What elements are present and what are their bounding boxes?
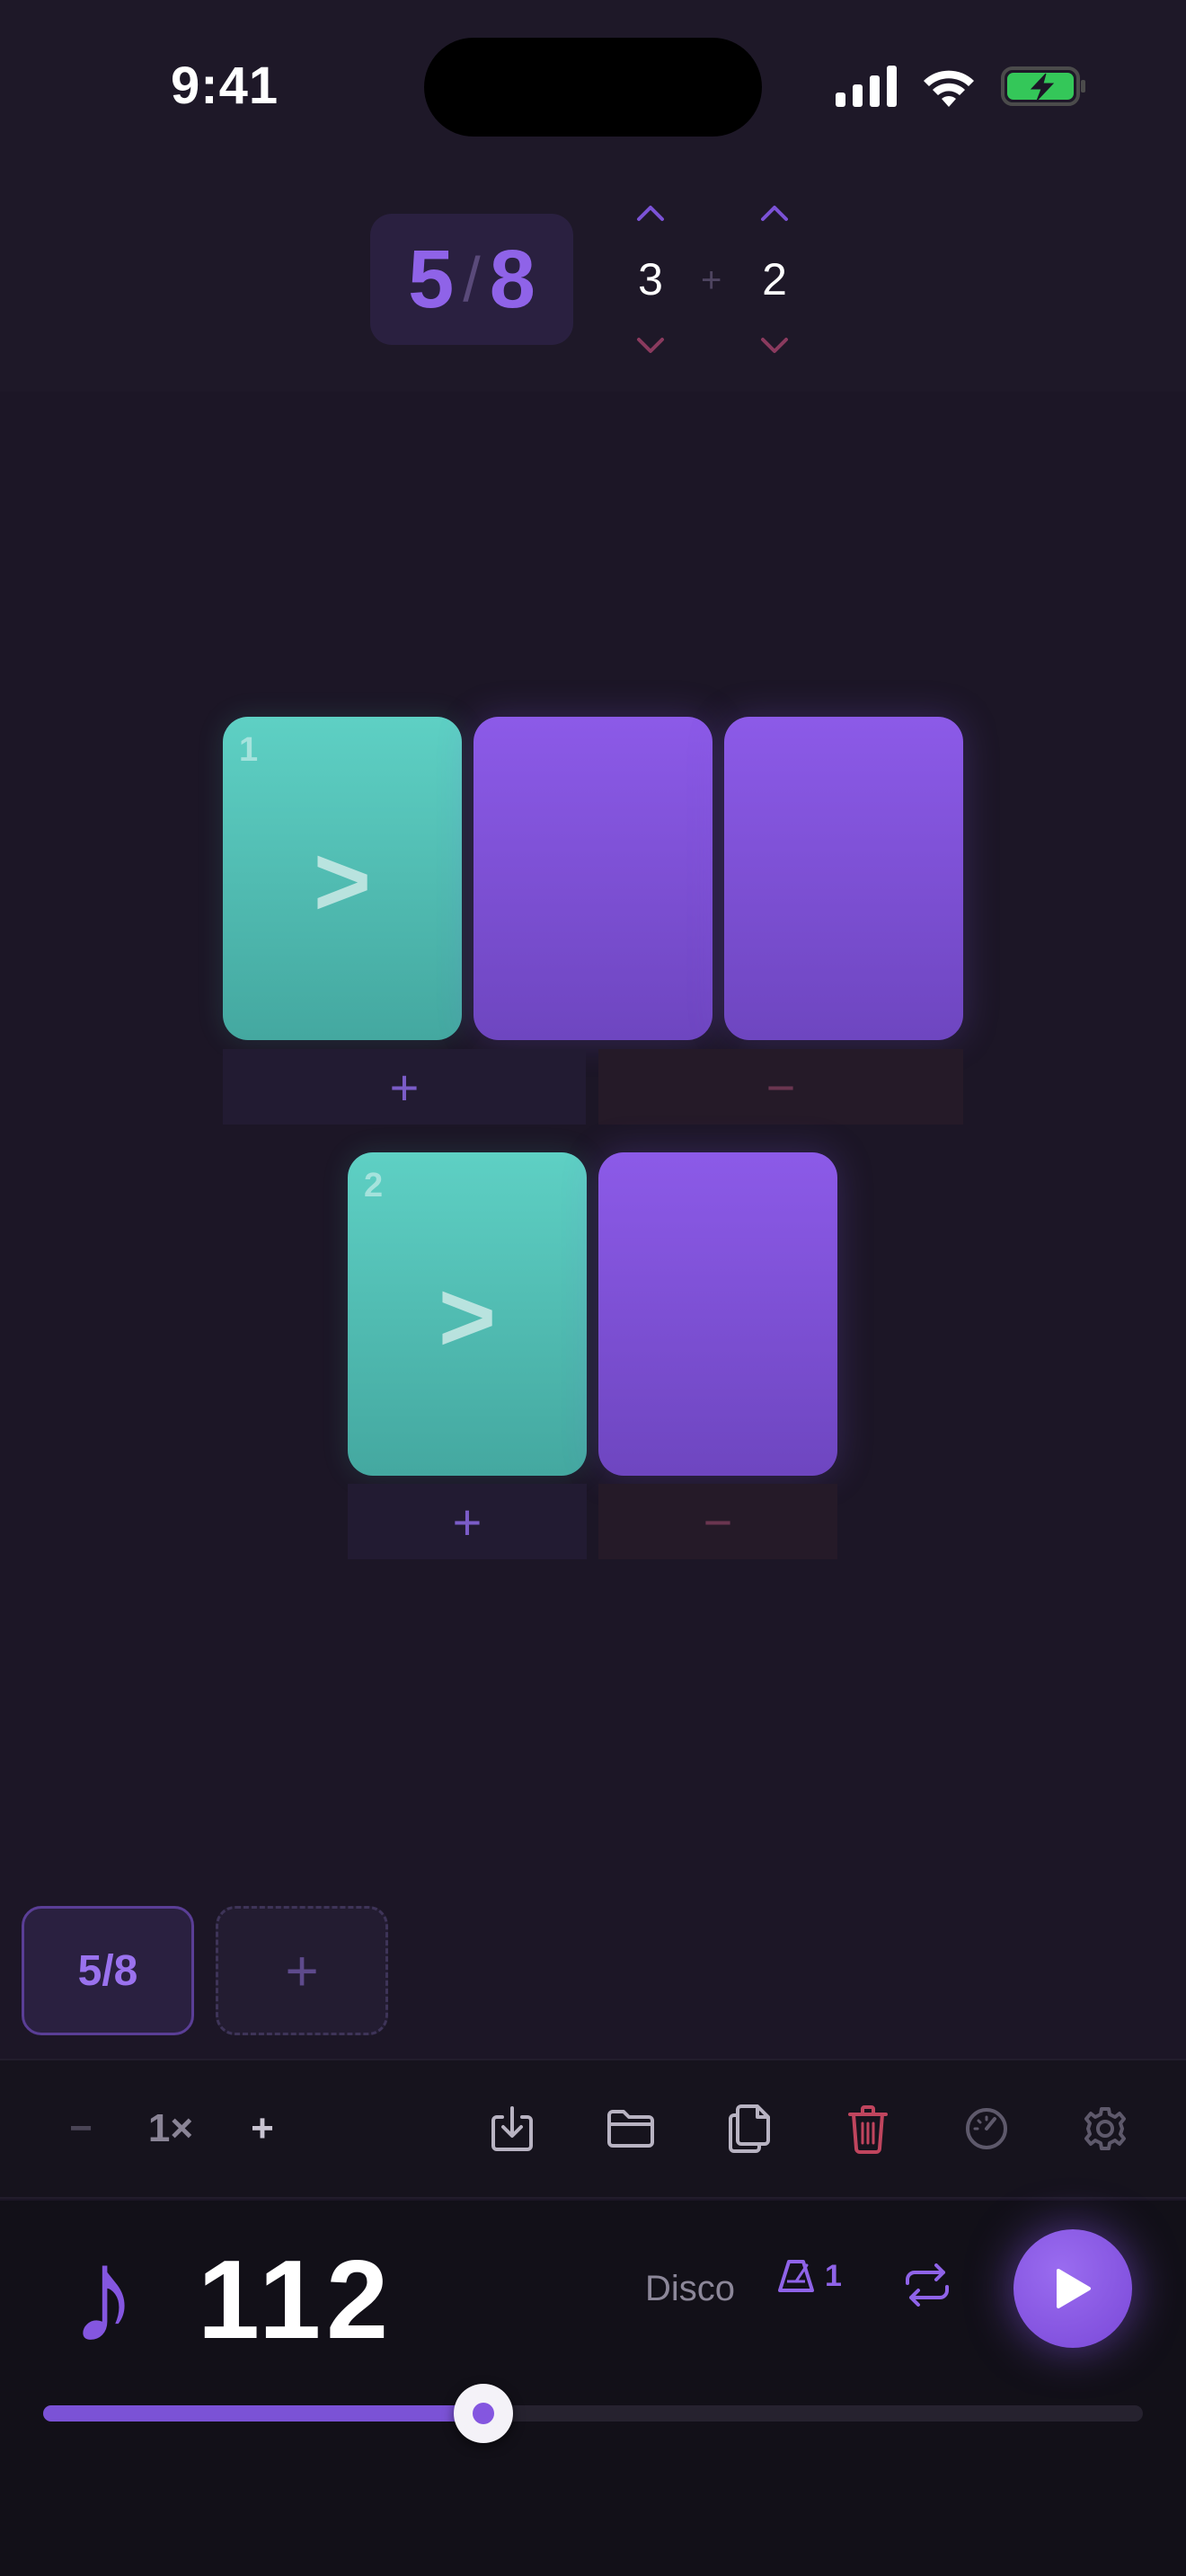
zoom-in-button[interactable]: +: [235, 2093, 289, 2165]
tempo-slider-thumb-dot: [472, 2403, 494, 2424]
group-1-stepper: 3: [615, 203, 686, 356]
time-signature-display[interactable]: 5 / 8: [370, 214, 573, 345]
beat-cell[interactable]: [724, 717, 963, 1040]
signature-denominator: 8: [489, 233, 535, 325]
repeat-icon: [906, 2263, 949, 2307]
beat-cell-accent[interactable]: 1 >: [223, 717, 462, 1040]
metronome-count: 1: [825, 2258, 842, 2293]
signature-numerator: 5: [408, 233, 455, 325]
group-number: 1: [239, 731, 259, 769]
tempo-trainer-button[interactable]: [949, 2093, 1024, 2165]
remove-beat-button[interactable]: −: [598, 1049, 963, 1125]
zoom-out-button[interactable]: −: [54, 2093, 108, 2165]
group-2-stepper: 2: [739, 203, 810, 356]
copy-button[interactable]: [712, 2093, 787, 2165]
group-plus-separator: +: [701, 260, 722, 300]
bpm-value[interactable]: 112: [198, 2236, 394, 2364]
pattern-chip[interactable]: 5/8: [22, 1906, 194, 2035]
beat-cell-accent[interactable]: 2 >: [348, 1152, 587, 1476]
chevron-up-icon[interactable]: [759, 203, 790, 223]
wifi-icon: [924, 70, 974, 107]
battery-charging-icon: [1001, 66, 1085, 106]
chevron-down-icon[interactable]: [759, 336, 790, 356]
metronome-icon: [778, 2260, 814, 2292]
folder-icon: [607, 2110, 654, 2148]
chevron-down-icon[interactable]: [635, 336, 666, 356]
open-button[interactable]: [593, 2093, 668, 2165]
add-pattern-button[interactable]: +: [216, 1906, 388, 2035]
settings-button[interactable]: [1067, 2093, 1143, 2165]
trash-icon: [848, 2105, 888, 2154]
zoom-level: 1×: [147, 2106, 194, 2150]
play-button[interactable]: [1013, 2229, 1132, 2348]
add-beat-button[interactable]: +: [223, 1049, 586, 1125]
copy-icon: [729, 2104, 770, 2153]
signature-slash: /: [463, 244, 481, 314]
group-number: 2: [364, 1167, 384, 1204]
gear-icon: [1084, 2107, 1126, 2150]
accent-mark: >: [438, 1262, 497, 1372]
dynamic-island: [424, 38, 762, 137]
speedometer-icon: [966, 2108, 1007, 2149]
accent-mark: >: [313, 826, 372, 937]
chevron-up-icon[interactable]: [635, 203, 666, 223]
cellular-signal-icon: [836, 66, 897, 107]
metronome-count-button[interactable]: 1: [776, 2258, 842, 2294]
status-time: 9:41: [171, 57, 279, 115]
play-icon: [1057, 2269, 1091, 2308]
note-value-icon[interactable]: ♪: [70, 2228, 137, 2362]
style-selector[interactable]: Disco: [645, 2269, 735, 2309]
loop-button[interactable]: [902, 2263, 952, 2311]
remove-beat-button[interactable]: −: [598, 1484, 837, 1559]
tempo-slider-fill: [43, 2405, 483, 2422]
beat-cell[interactable]: [598, 1152, 837, 1476]
download-icon: [491, 2106, 533, 2151]
add-beat-button[interactable]: +: [348, 1484, 587, 1559]
delete-button[interactable]: [830, 2093, 906, 2165]
beat-cell[interactable]: [474, 717, 712, 1040]
download-button[interactable]: [476, 2093, 548, 2165]
transport-bar: [0, 2201, 1186, 2576]
group-1-value: 3: [638, 254, 663, 304]
status-icons: [836, 61, 1087, 111]
tempo-slider-thumb[interactable]: [453, 2384, 513, 2443]
group-2-value: 2: [762, 254, 787, 304]
